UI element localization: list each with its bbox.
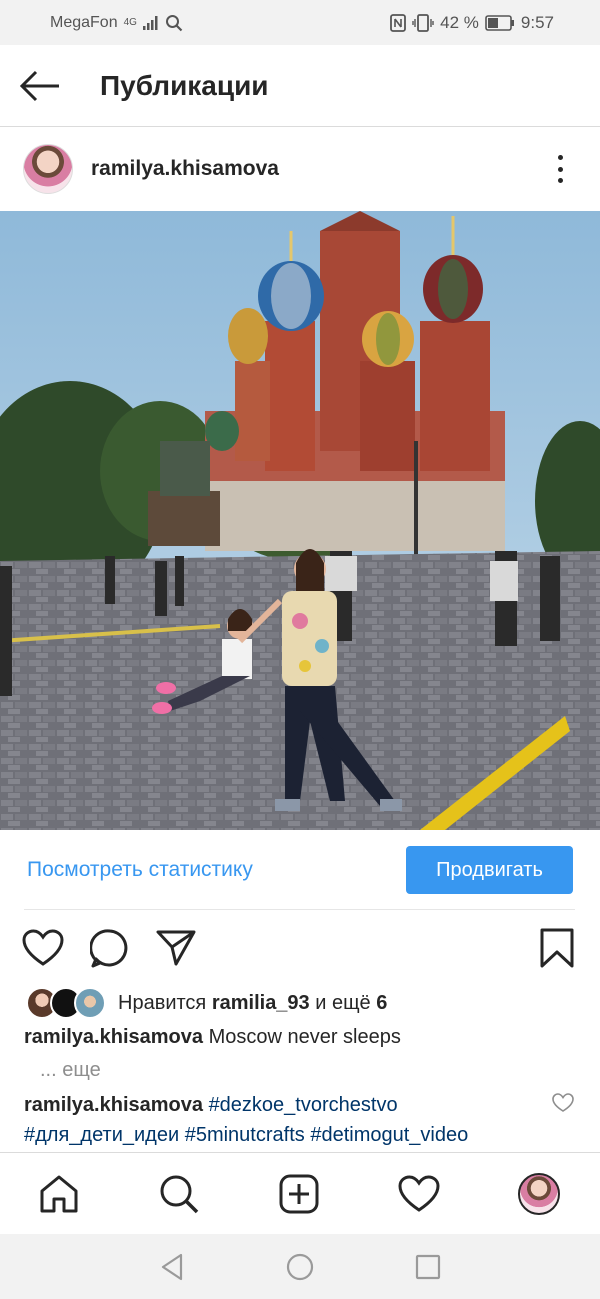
- more-dot: [557, 166, 563, 172]
- more-dot: [557, 178, 563, 183]
- avatar: [518, 1173, 560, 1215]
- hashtag[interactable]: #5minutcrafts: [185, 1124, 305, 1146]
- caption-username[interactable]: ramilya.khisamova: [24, 1026, 203, 1048]
- home-circle-icon[interactable]: [285, 1252, 315, 1282]
- add-post-icon: [279, 1174, 319, 1214]
- divider: [24, 909, 575, 910]
- comment-icon: [90, 929, 128, 968]
- caption-more-link[interactable]: ... еще: [40, 1055, 101, 1085]
- send-icon: [156, 930, 196, 966]
- caption-text: Moscow never sleeps: [208, 1026, 401, 1048]
- arrow-left-icon: [19, 70, 59, 101]
- heart-icon: [398, 1175, 440, 1212]
- promote-button[interactable]: Продвигать: [406, 846, 573, 894]
- nav-activity[interactable]: [396, 1171, 442, 1217]
- network-type: 4G: [123, 17, 137, 28]
- carrier-name: MegaFon: [50, 13, 118, 31]
- more-options-button[interactable]: [550, 151, 570, 187]
- hashtag[interactable]: #dezkoe_tvorchestvo: [209, 1094, 398, 1116]
- search-status-icon: [165, 14, 183, 31]
- photo-illustration: [0, 211, 600, 830]
- home-icon: [40, 1175, 78, 1213]
- avatar[interactable]: [23, 144, 73, 194]
- battery-percent: 42 %: [440, 12, 479, 32]
- heart-icon: [22, 929, 64, 966]
- nav-profile[interactable]: [516, 1171, 562, 1217]
- status-bar: MegaFon 4G 42 % 9:57: [0, 0, 600, 45]
- nav-search[interactable]: [156, 1171, 202, 1217]
- status-right: 42 % 9:57: [390, 13, 554, 33]
- likes-others-count[interactable]: 6: [376, 992, 387, 1014]
- comment-username[interactable]: ramilya.khisamova: [24, 1094, 203, 1116]
- liker-avatar: [74, 987, 106, 1019]
- search-icon: [160, 1175, 199, 1214]
- clock: 9:57: [520, 12, 554, 32]
- more-vertical-icon: [557, 155, 563, 160]
- hashtag[interactable]: #detimogut_video: [310, 1124, 468, 1146]
- liker-username[interactable]: ramilia_93: [212, 992, 310, 1014]
- vibrate-icon: [412, 13, 434, 32]
- view-insights-link[interactable]: Посмотреть статистику: [27, 858, 253, 882]
- post-photo[interactable]: [0, 211, 600, 830]
- save-button[interactable]: [535, 926, 579, 970]
- system-nav-bar: [0, 1234, 600, 1299]
- comment-button[interactable]: [88, 926, 132, 970]
- liker-avatars: [26, 987, 108, 1019]
- battery-icon: [485, 14, 514, 31]
- like-button[interactable]: [21, 926, 65, 970]
- recents-square-icon[interactable]: [413, 1252, 443, 1282]
- app-header: Публикации: [0, 45, 600, 127]
- nav-add[interactable]: [276, 1171, 322, 1217]
- likes-row[interactable]: Нравится ramilia_93 и ещё 6: [26, 986, 387, 1020]
- promote-row: Посмотреть статистику Продвигать: [0, 830, 600, 910]
- action-bar: [0, 920, 600, 976]
- likes-prefix: Нравится: [118, 991, 207, 1014]
- comment-heart-icon[interactable]: [552, 1092, 574, 1114]
- bottom-nav: [0, 1152, 600, 1234]
- hashtag[interactable]: #для_дети_идеи: [24, 1124, 179, 1146]
- page-title: Публикации: [100, 69, 269, 101]
- share-button[interactable]: [154, 926, 198, 970]
- bookmark-icon: [540, 928, 574, 968]
- status-left: MegaFon 4G: [50, 14, 183, 32]
- likes-suffix: и ещё: [315, 991, 371, 1014]
- back-triangle-icon[interactable]: [157, 1252, 187, 1282]
- nfc-icon: [390, 13, 407, 32]
- nav-home[interactable]: [36, 1171, 82, 1217]
- post-username[interactable]: ramilya.khisamova: [91, 157, 279, 181]
- back-button[interactable]: [0, 45, 80, 127]
- post-header: ramilya.khisamova: [0, 127, 600, 211]
- post-caption: ramilya.khisamova Moscow never sleeps: [24, 1022, 584, 1052]
- signal-icon: [142, 15, 158, 30]
- likes-text: Нравится ramilia_93 и ещё 6: [118, 992, 387, 1015]
- comment: ramilya.khisamova #dezkoe_tvorchestvo #д…: [24, 1090, 544, 1150]
